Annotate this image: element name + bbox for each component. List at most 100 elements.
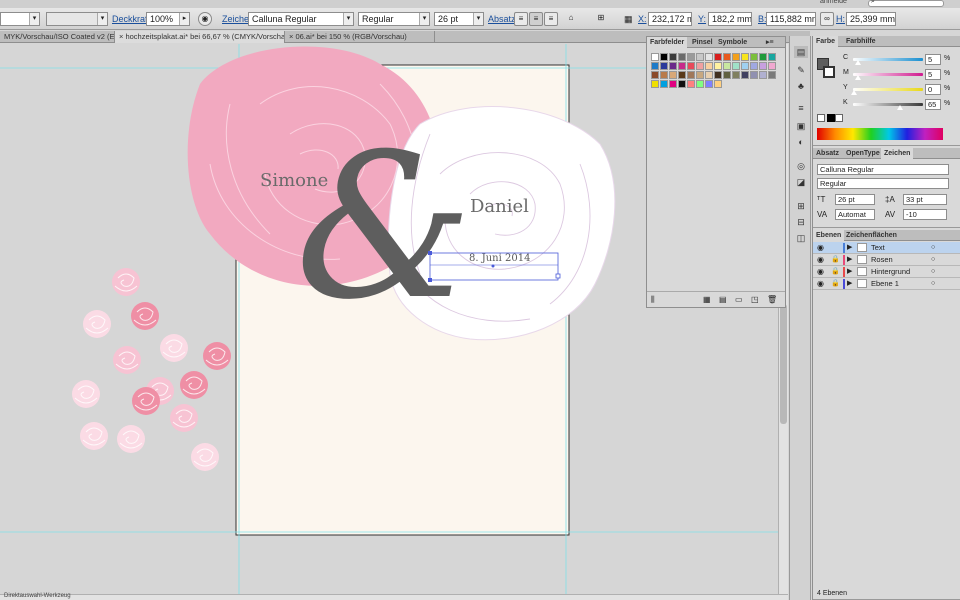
char-font-style[interactable]: Regular xyxy=(817,178,949,189)
opacity-field[interactable]: 100% ▸ xyxy=(146,12,190,26)
swatch[interactable] xyxy=(732,71,740,79)
symbol-icon[interactable]: ♣ xyxy=(794,80,808,92)
char-tracking[interactable]: -10 xyxy=(903,209,947,220)
swatch[interactable] xyxy=(669,71,677,79)
tab-character[interactable]: Zeichen xyxy=(881,148,914,159)
h-label[interactable]: H: xyxy=(836,14,845,24)
layer-row[interactable]: ◉ ▶ Text ○ xyxy=(813,242,960,254)
ampersand-text[interactable]: & xyxy=(295,111,473,344)
char-font-size[interactable]: 26 pt xyxy=(835,194,875,205)
y-field[interactable]: 182,2 mm xyxy=(708,12,752,26)
swatch[interactable] xyxy=(705,71,713,79)
name-simone[interactable]: Simone xyxy=(260,170,328,191)
tab-artboards[interactable]: Zeichenflächen xyxy=(843,230,900,241)
swatch[interactable] xyxy=(714,53,722,61)
swatch[interactable] xyxy=(714,71,722,79)
trash-icon[interactable]: 🗑 xyxy=(767,295,777,304)
slider-thumb[interactable] xyxy=(854,75,861,80)
stroke-swatch[interactable] xyxy=(823,66,835,78)
align-right-icon[interactable]: ≡ xyxy=(544,12,558,26)
char-font-family[interactable]: Calluna Regular xyxy=(817,164,949,175)
date-text[interactable]: 8. Juni 2014 xyxy=(469,253,530,264)
swatch[interactable] xyxy=(687,71,695,79)
swatch[interactable] xyxy=(714,62,722,70)
tab-color-guide[interactable]: Farbhilfe xyxy=(843,36,879,47)
transform-icon[interactable]: ⊞ xyxy=(594,12,608,26)
new-group-icon[interactable]: ▭ xyxy=(735,295,743,304)
tab-paragraph[interactable]: Absatz xyxy=(813,148,842,159)
artboard-icon[interactable]: ▤ xyxy=(794,46,808,58)
slider-thumb[interactable] xyxy=(854,60,861,65)
eye-icon[interactable]: ◉ xyxy=(817,278,824,290)
layer-row[interactable]: ◉ 🔒 ▶ Rosen ○ xyxy=(813,254,960,266)
layer-row[interactable]: ◉ 🔒 ▶ Hintergrund ○ xyxy=(813,266,960,278)
align-center-icon[interactable]: ≡ xyxy=(529,12,543,26)
graphic-styles-icon[interactable]: ◪ xyxy=(794,176,808,188)
swatch[interactable] xyxy=(714,80,722,88)
y-label[interactable]: Y: xyxy=(698,14,706,24)
channel-slider[interactable] xyxy=(853,88,923,91)
channel-slider[interactable] xyxy=(853,58,923,61)
swatch[interactable] xyxy=(741,62,749,70)
font-style-field[interactable]: Regular ▾ xyxy=(358,12,430,26)
swatch[interactable] xyxy=(660,80,668,88)
target-icon[interactable]: ○ xyxy=(931,242,935,254)
swatch[interactable] xyxy=(732,62,740,70)
none-swatch[interactable] xyxy=(817,114,825,122)
swatch[interactable] xyxy=(678,53,686,61)
workspace-label[interactable]: anmelde xyxy=(820,0,847,5)
swatch[interactable] xyxy=(660,62,668,70)
style-field[interactable]: ▾ xyxy=(46,12,108,26)
swatch[interactable] xyxy=(768,53,776,61)
tab-layers[interactable]: Ebenen xyxy=(813,230,845,241)
transform-panel-icon[interactable]: ⊞ xyxy=(794,200,808,212)
channel-slider[interactable] xyxy=(853,73,923,76)
recolor-icon[interactable]: ◉ xyxy=(198,12,212,26)
swatch[interactable] xyxy=(696,62,704,70)
swatch[interactable] xyxy=(723,62,731,70)
char-kerning[interactable]: Automat xyxy=(835,209,875,220)
layer-row[interactable]: ◉ 🔒 ▶ Ebene 1 ○ xyxy=(813,278,960,290)
lock-icon[interactable]: 🔒 xyxy=(831,278,840,290)
doc-tab-3[interactable]: × 06.ai* bei 150 % (RGB/Vorschau) xyxy=(285,31,435,43)
swatch[interactable] xyxy=(696,80,704,88)
slider-thumb[interactable] xyxy=(851,90,857,95)
swatch-kind-icon[interactable]: ▦ xyxy=(703,295,711,304)
tab-opentype[interactable]: OpenType xyxy=(843,148,883,159)
tab-swatches[interactable]: Farbfelder xyxy=(647,37,688,48)
name-daniel[interactable]: Daniel xyxy=(470,196,529,217)
small-roses[interactable] xyxy=(71,267,232,472)
link-icon[interactable]: ∞ xyxy=(820,12,834,26)
swatch[interactable] xyxy=(687,80,695,88)
swatch[interactable] xyxy=(651,71,659,79)
appearance-icon[interactable]: ◎ xyxy=(794,160,808,172)
white-swatch[interactable] xyxy=(835,114,843,122)
expand-arrow-icon[interactable]: ▶ xyxy=(847,278,852,290)
swatch[interactable] xyxy=(678,62,686,70)
doc-tab-2[interactable]: × hochzeitsplakat.ai* bei 66,67 % (CMYK/… xyxy=(115,31,285,43)
color-spectrum[interactable] xyxy=(817,128,943,140)
eye-icon[interactable]: ◉ xyxy=(817,242,824,254)
swatch[interactable] xyxy=(759,71,767,79)
swatch[interactable] xyxy=(705,53,713,61)
new-swatch-icon[interactable]: ◳ xyxy=(751,295,759,304)
target-icon[interactable]: ○ xyxy=(931,254,935,266)
swatch[interactable] xyxy=(678,80,686,88)
stroke-icon[interactable]: ≡ xyxy=(794,102,808,114)
align-panel-icon[interactable]: ⊟ xyxy=(794,216,808,228)
swatch[interactable] xyxy=(759,62,767,70)
panel-menu-icon[interactable]: ▸≡ xyxy=(763,37,777,48)
b-field[interactable]: 115,882 mm xyxy=(766,12,816,26)
swatch[interactable] xyxy=(669,80,677,88)
expand-arrow-icon[interactable]: ▶ xyxy=(847,266,852,278)
swatch[interactable] xyxy=(696,71,704,79)
swatch[interactable] xyxy=(705,80,713,88)
swatch[interactable] xyxy=(741,71,749,79)
swatch[interactable] xyxy=(687,62,695,70)
x-field[interactable]: 232,172 mm xyxy=(648,12,692,26)
swatch[interactable] xyxy=(669,53,677,61)
swatch[interactable] xyxy=(678,71,686,79)
transparency-icon[interactable]: ◐ xyxy=(794,136,808,148)
swatch[interactable] xyxy=(768,71,776,79)
envelope-icon[interactable]: ⌂ xyxy=(564,12,578,26)
